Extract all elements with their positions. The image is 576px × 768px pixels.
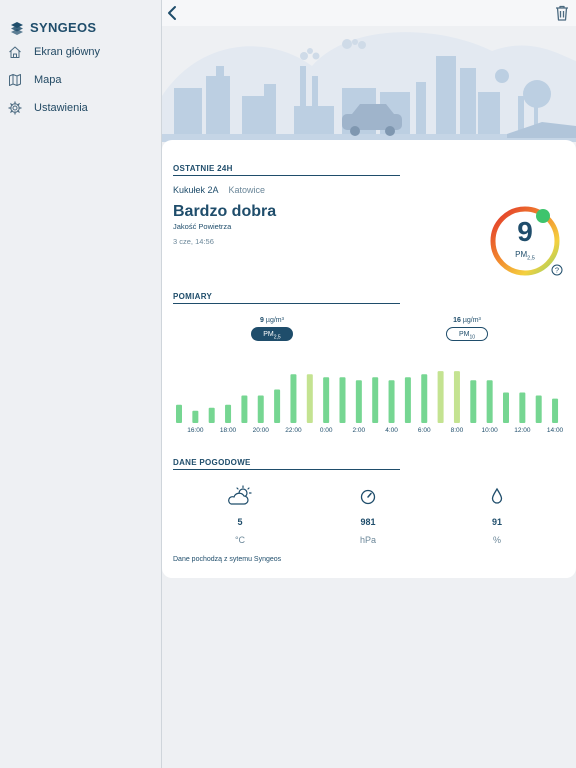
sidebar-item-label: Ekran główny	[34, 46, 101, 58]
pm25-reading: 9 µg/m³	[260, 317, 284, 324]
pressure-value: 981	[360, 517, 376, 527]
partly-cloudy-icon	[228, 485, 252, 505]
chart-bar	[519, 392, 526, 423]
chart-tick-label: 4:00	[385, 427, 398, 434]
section-divider	[173, 175, 400, 176]
chart-bar	[453, 371, 460, 423]
sidebar-item-label: Ustawienia	[34, 102, 88, 114]
measurement-timestamp: 3 cze, 14:56	[173, 237, 214, 246]
trash-icon[interactable]	[554, 4, 570, 22]
chart-bar	[290, 374, 297, 423]
humidity-unit: %	[492, 535, 501, 545]
station-info: Kukułek 2A Katowice	[173, 185, 265, 195]
pm10-toggle[interactable]: PM10	[446, 327, 488, 341]
home-icon	[9, 46, 21, 58]
chart-bar	[552, 398, 559, 423]
brand: SYNGEOS	[10, 20, 96, 35]
pm10-group: 16 µg/m³ PM10	[437, 317, 497, 341]
station-name: Kukułek 2A	[173, 185, 219, 195]
syngeos-logo-icon	[11, 21, 23, 35]
top-bar	[162, 0, 576, 26]
pressure-gauge-icon	[360, 489, 376, 505]
data-source-note: Dane pochodzą z sytemu Syngeos	[173, 556, 282, 563]
svg-text:?: ?	[555, 266, 559, 275]
chart-bar	[339, 377, 346, 423]
chart-bar	[225, 404, 232, 423]
station-card: OSTATNIE 24H Kukułek 2A Katowice Bardzo …	[162, 140, 576, 578]
temperature-unit: °C	[234, 535, 246, 545]
sidebar-item-map[interactable]: Mapa	[8, 66, 158, 94]
chart-bar	[355, 380, 362, 423]
chart-tick-label: 0:00	[320, 427, 333, 434]
help-question-icon[interactable]: ?	[551, 264, 563, 276]
chart-bar	[274, 389, 281, 423]
chart-tick-label: 22:00	[285, 427, 302, 434]
pm-bar-chart: 16:00 18:00 20:00 22:00 0:00 2:00 4:00 6:00 8:00…	[176, 371, 564, 434]
chart-bar	[176, 404, 182, 423]
chart-tick-label: 14:00	[547, 427, 564, 434]
main-content: OSTATNIE 24H Kukułek 2A Katowice Bardzo …	[162, 0, 576, 768]
brand-name: SYNGEOS	[30, 20, 97, 35]
gauge-unit: PM2,5	[515, 250, 535, 262]
sidebar-item-home[interactable]: Ekran główny	[8, 38, 158, 66]
chart-tick-label: 6:00	[418, 427, 431, 434]
section-title-measurements: POMIARY	[173, 292, 213, 301]
chart-bar	[388, 380, 395, 423]
chart-bar	[372, 377, 379, 423]
pm10-reading: 16 µg/m³	[453, 317, 481, 324]
humidity-drop-icon	[491, 487, 503, 504]
air-quality-label: Bardzo dobra	[173, 203, 277, 220]
chart-bar	[503, 392, 509, 423]
settings-gear-icon	[8, 101, 22, 115]
pm25-group: 9 µg/m³ PM2,5	[242, 317, 302, 341]
map-icon	[9, 74, 21, 86]
chart-tick-label: 12:00	[514, 427, 531, 434]
city-illustration	[162, 32, 576, 142]
chart-tick-label: 8:00	[451, 427, 464, 434]
chart-bar	[535, 395, 542, 423]
chart-bar	[208, 407, 215, 423]
chart-bar	[404, 377, 411, 423]
section-divider	[173, 469, 400, 470]
chart-bar	[437, 371, 444, 423]
pressure-unit: hPa	[359, 535, 376, 545]
chart-bar	[323, 377, 330, 423]
station-city: Katowice	[228, 185, 266, 195]
pm25-toggle[interactable]: PM2,5	[251, 327, 293, 341]
weather-temperature: 5 °C	[200, 485, 280, 545]
weather-humidity: 91 %	[457, 485, 537, 545]
humidity-value: 91	[491, 517, 502, 527]
back-chevron-icon[interactable]	[164, 4, 182, 22]
gauge-value: 9	[517, 216, 533, 247]
chart-tick-label: 20:00	[253, 427, 270, 434]
chart-tick-label: 18:00	[220, 427, 237, 434]
chart-bar	[257, 395, 264, 423]
air-quality-sublabel: Jakość Powietrza	[173, 222, 232, 231]
chart-bar	[306, 374, 313, 423]
sidebar-item-label: Mapa	[34, 74, 62, 86]
chart-bar	[241, 395, 248, 423]
chart-tick-label: 2:00	[353, 427, 366, 434]
chart-tick-label: 16:00	[187, 427, 204, 434]
sidebar-item-settings[interactable]: Ustawienia	[8, 94, 158, 122]
section-divider	[173, 303, 400, 304]
sidebar-nav: Ekran główny Mapa Ustawienia	[8, 38, 158, 122]
section-title-last24: OSTATNIE 24H	[173, 164, 233, 173]
chart-bar	[192, 410, 199, 423]
chart-bar	[421, 374, 428, 423]
temperature-value: 5	[237, 517, 243, 527]
chart-bar	[470, 380, 477, 423]
chart-bar	[486, 380, 493, 423]
chart-tick-label: 10:00	[482, 427, 499, 434]
section-title-weather: DANE POGODOWE	[173, 458, 251, 467]
sidebar: SYNGEOS Ekran główny Mapa Ustawienia	[0, 0, 162, 768]
weather-pressure: 981 hPa	[328, 485, 408, 545]
